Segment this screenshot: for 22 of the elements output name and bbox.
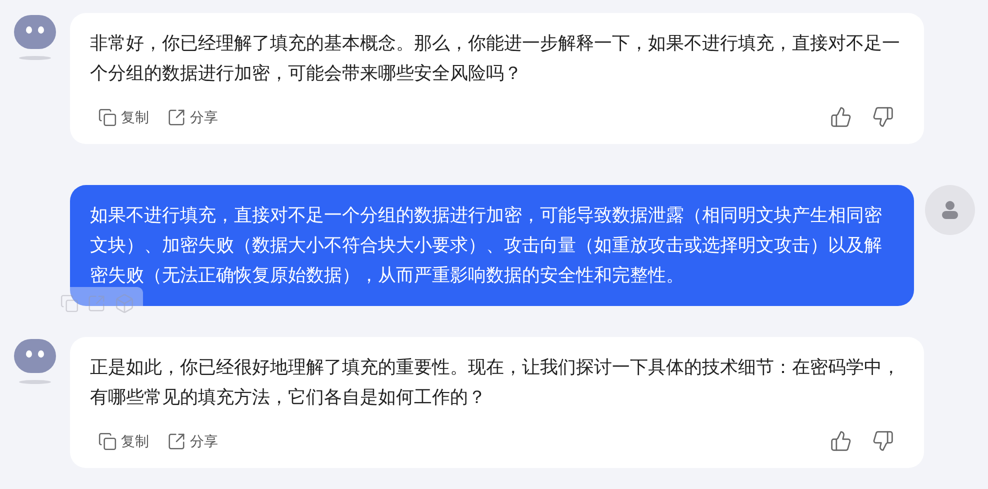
thumbs-up-icon (830, 106, 852, 128)
copy-icon (98, 432, 117, 450)
thumbs-down-icon (872, 430, 894, 452)
copy-button[interactable]: 复制 (98, 430, 149, 452)
dislike-button[interactable] (872, 430, 894, 452)
copy-button[interactable]: 复制 (98, 106, 149, 128)
like-button[interactable] (830, 430, 852, 452)
bot-avatar (13, 339, 57, 385)
copy-icon (98, 108, 117, 126)
share-icon (167, 432, 186, 450)
thumbs-up-icon (830, 430, 852, 452)
bot-avatar (13, 15, 57, 61)
dislike-button[interactable] (872, 106, 894, 128)
share-button[interactable]: 分享 (167, 106, 218, 128)
like-button[interactable] (830, 106, 852, 128)
message-text: 正是如此，你已经很好地理解了填充的重要性。现在，让我们探讨一下具体的技术细节：在密码学中，有哪些常见的填充方法，它们各自是如何工作的？ (90, 356, 901, 409)
share-icon (167, 108, 186, 126)
thumbs-down-icon (872, 106, 894, 128)
person-icon (940, 200, 960, 220)
share-button[interactable]: 分享 (167, 430, 218, 452)
message-text: 如果不进行填充，直接对不足一个分组的数据进行加密，可能导致数据泄露（相同明文块产生相同密文块）、加密失败（数据大小不符合块大小要求）、攻击向量（如重放攻击或选择明文攻击）以及解密失败（无法正确恢复原始数据），从而严重影响数据的安全性和完整性。 (90, 204, 883, 287)
message-text: 非常好，你已经理解了填充的基本概念。那么，你能进一步解释一下，如果不进行填充，直接对不足一个分组的数据进行加密，可能会带来哪些安全风险吗？ (90, 32, 901, 85)
